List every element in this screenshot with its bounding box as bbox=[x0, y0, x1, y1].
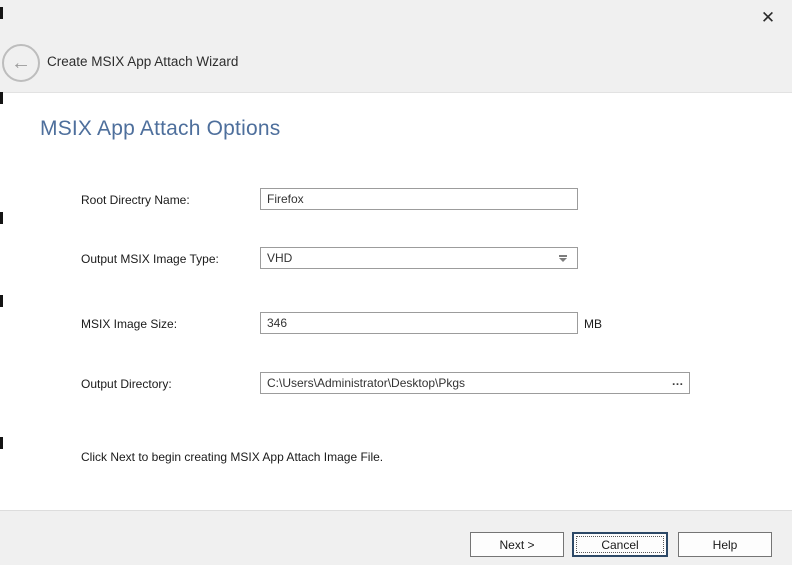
root-directory-name-input[interactable] bbox=[260, 188, 578, 210]
page-title: MSIX App Attach Options bbox=[40, 117, 280, 141]
left-edge-artifact bbox=[0, 212, 3, 224]
left-edge-artifact bbox=[0, 7, 3, 19]
msix-image-size-input[interactable] bbox=[260, 312, 578, 334]
back-button[interactable]: ← bbox=[2, 44, 40, 82]
cancel-button[interactable]: Cancel bbox=[572, 532, 668, 557]
output-directory-label: Output Directory: bbox=[81, 377, 172, 391]
msix-image-size-unit: MB bbox=[584, 317, 602, 331]
next-button[interactable]: Next > bbox=[470, 532, 564, 557]
wizard-header: ✕ ← Create MSIX App Attach Wizard bbox=[0, 0, 792, 93]
wizard-window: ✕ ← Create MSIX App Attach Wizard MSIX A… bbox=[0, 0, 792, 565]
chevron-down-icon bbox=[558, 255, 567, 262]
output-directory-input[interactable] bbox=[261, 373, 667, 393]
output-msix-image-type-dropdown[interactable]: VHD bbox=[260, 247, 578, 269]
close-icon[interactable]: ✕ bbox=[756, 6, 780, 30]
left-edge-artifact bbox=[0, 295, 3, 307]
msix-image-size-label: MSIX Image Size: bbox=[81, 317, 177, 331]
help-button[interactable]: Help bbox=[678, 532, 772, 557]
left-edge-artifact bbox=[0, 437, 3, 449]
next-instruction-text: Click Next to begin creating MSIX App At… bbox=[81, 450, 383, 464]
output-msix-image-type-value: VHD bbox=[267, 251, 558, 265]
wizard-content: MSIX App Attach Options Root Directry Na… bbox=[0, 93, 792, 510]
wizard-footer: Next > Cancel Help bbox=[0, 510, 792, 565]
left-edge-artifact bbox=[0, 92, 3, 104]
root-directory-name-label: Root Directry Name: bbox=[81, 193, 190, 207]
wizard-title: Create MSIX App Attach Wizard bbox=[47, 54, 238, 69]
browse-icon[interactable]: … bbox=[667, 373, 689, 393]
output-msix-image-type-label: Output MSIX Image Type: bbox=[81, 252, 219, 266]
back-arrow-icon: ← bbox=[11, 53, 31, 73]
output-directory-field: … bbox=[260, 372, 690, 394]
